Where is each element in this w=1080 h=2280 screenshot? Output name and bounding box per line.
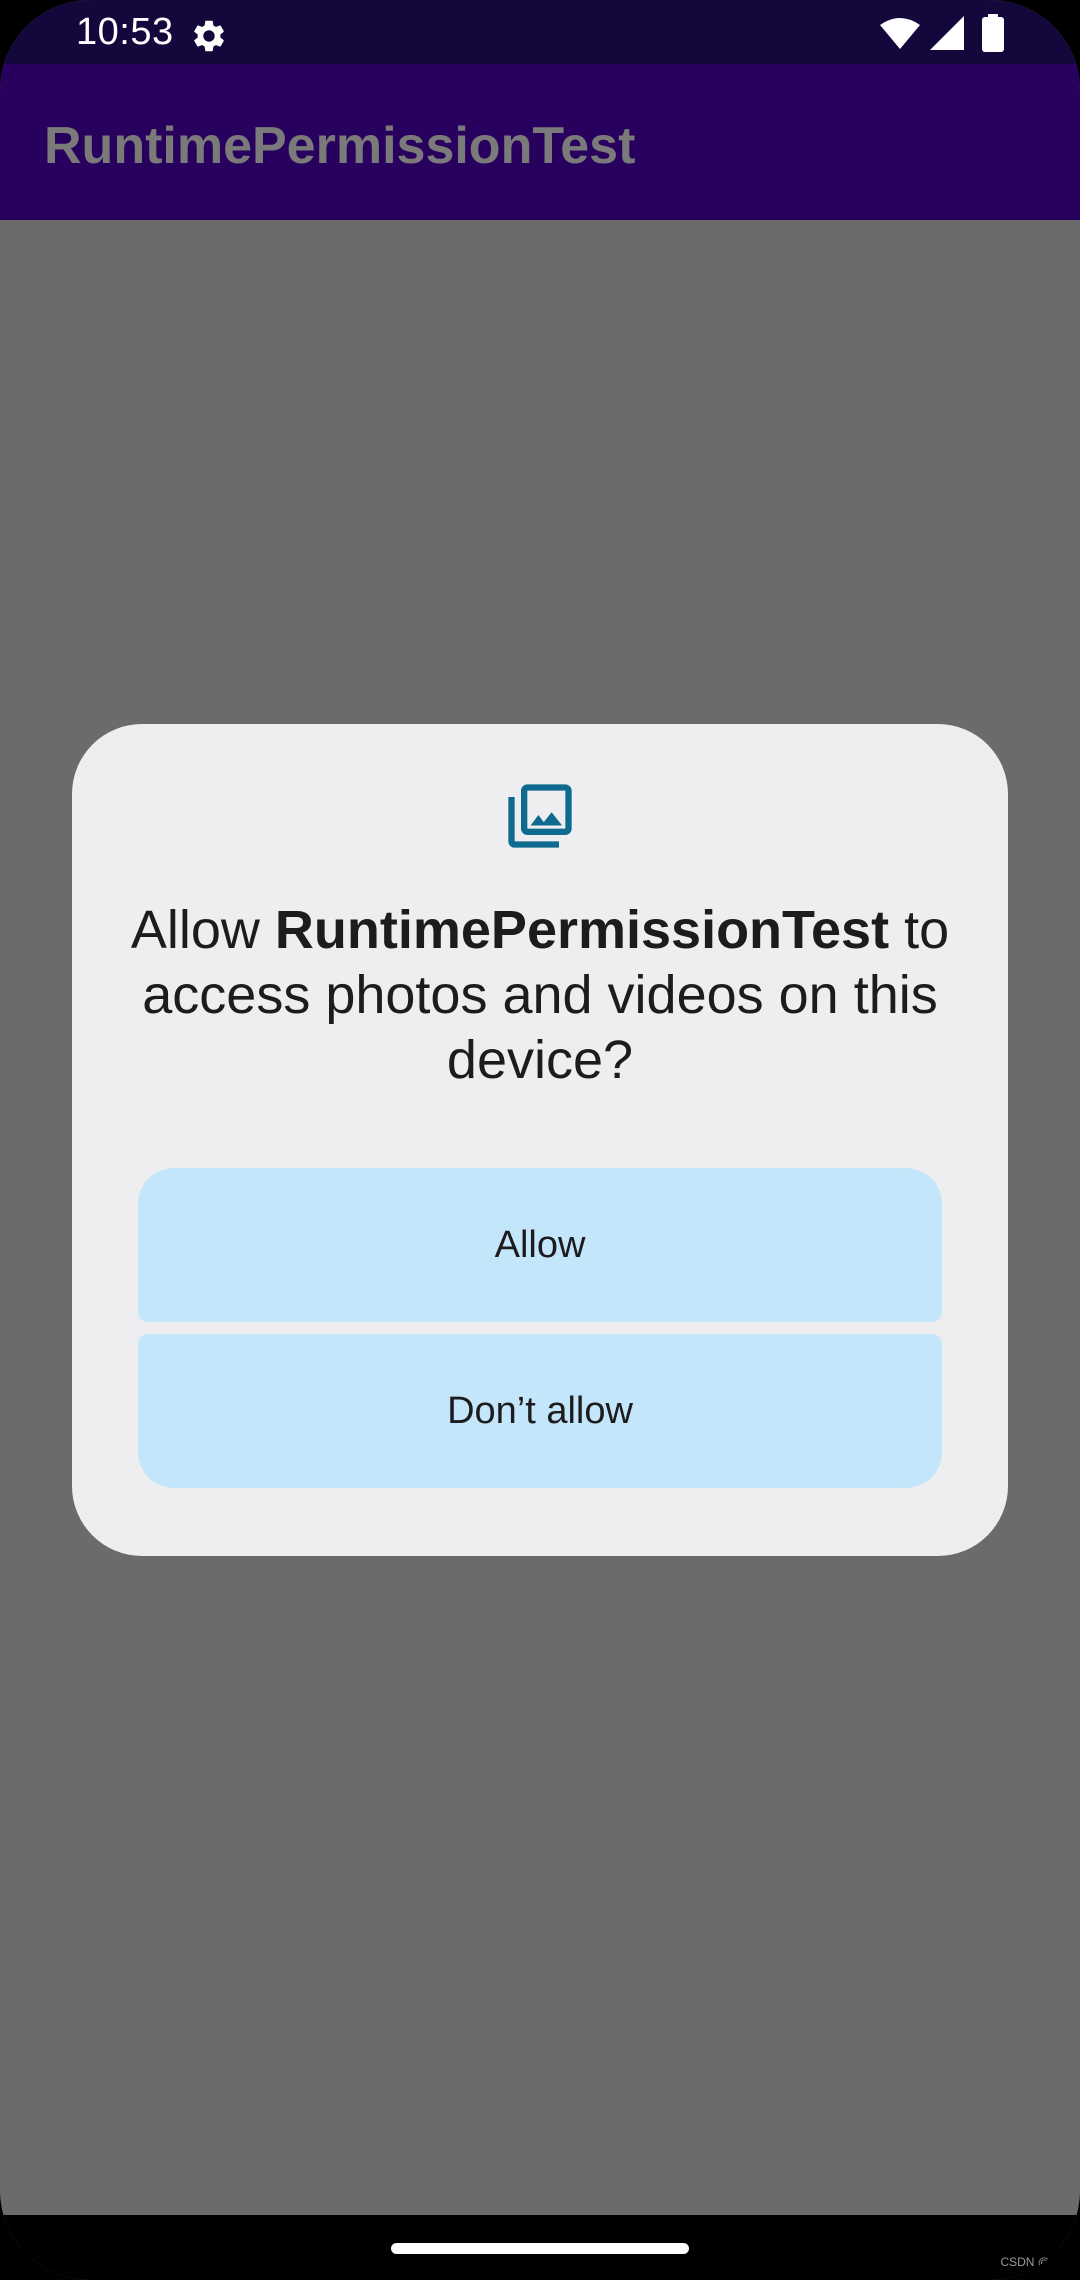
- wifi-icon: [880, 18, 920, 49]
- app-bar: RuntimePermissionTest: [0, 64, 1080, 220]
- watermark: CSDN @: [1000, 2255, 1050, 2269]
- home-gesture-handle[interactable]: [391, 2243, 689, 2254]
- status-bar: 10:53: [0, 0, 1080, 64]
- dialog-message: Allow RuntimePermissionTest to access ph…: [112, 898, 968, 1093]
- photo-library-icon: [508, 784, 572, 848]
- allow-button[interactable]: Allow: [138, 1168, 942, 1322]
- signal-icon: [930, 16, 964, 50]
- dialog-message-prefix: Allow: [130, 900, 275, 960]
- dont-allow-button[interactable]: Don’t allow: [138, 1334, 942, 1488]
- app-title: RuntimePermissionTest: [44, 117, 636, 175]
- gear-icon: [194, 20, 224, 52]
- device-screen: 10:53 RuntimePermissionTest Allow Runtim…: [0, 0, 1080, 2280]
- status-time: 10:53: [76, 11, 174, 53]
- permission-dialog: Allow RuntimePermissionTest to access ph…: [72, 724, 1008, 1556]
- battery-icon: [982, 14, 1004, 52]
- navigation-bar: CSDN @: [0, 2215, 1080, 2280]
- dialog-app-name: RuntimePermissionTest: [274, 900, 890, 960]
